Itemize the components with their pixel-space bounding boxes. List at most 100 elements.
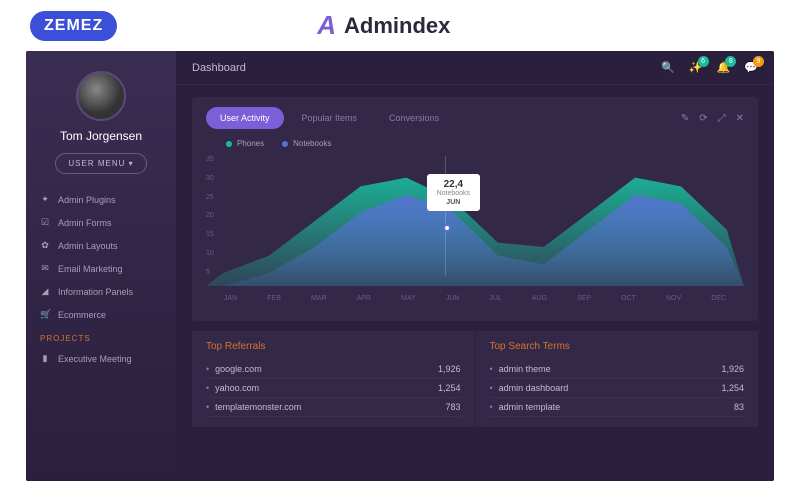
chat-icon[interactable]: 💬9 <box>744 61 758 74</box>
nav-label: Email Marketing <box>58 264 123 274</box>
row-name: •admin dashboard <box>490 383 569 393</box>
y-tick: 15 <box>206 231 214 238</box>
x-tick: DEC <box>711 295 726 302</box>
legend-dot <box>226 141 232 147</box>
x-tick: JUN <box>446 295 460 302</box>
close-icon[interactable]: ✕ <box>736 113 744 124</box>
nav-icon: ✉ <box>40 263 50 274</box>
expand-icon[interactable]: ⤢ <box>718 113 726 124</box>
bell-icon[interactable]: 🔔8 <box>717 61 731 74</box>
username: Tom Jorgensen <box>26 129 176 143</box>
project-item[interactable]: ▮ Executive Meeting <box>26 347 176 370</box>
admindex-logo: A Admindex <box>317 10 450 41</box>
nav-label: Ecommerce <box>58 310 106 320</box>
nav-label: Information Panels <box>58 287 133 297</box>
nav-icon: ✿ <box>40 240 50 251</box>
top-search-card: Top Search Terms •admin theme1,926•admin… <box>476 331 759 427</box>
topbar: Dashboard 🔍 ✨6 🔔8 💬9 <box>176 51 774 85</box>
dashboard-container: Tom Jorgensen USER MENU ▾ ✦ Admin Plugins… <box>26 51 774 481</box>
referrals-title: Top Referrals <box>206 341 461 352</box>
row-name: •yahoo.com <box>206 383 259 393</box>
bell-badge: 8 <box>725 56 736 67</box>
chart-area: 3530252015105 22,4 Notebooks JUN JANFE <box>206 156 744 311</box>
main-content: Dashboard 🔍 ✨6 🔔8 💬9 User ActivityPopula… <box>176 51 774 481</box>
row-value: 83 <box>734 402 744 412</box>
sidebar-item[interactable]: 🛒 Ecommerce <box>26 303 176 326</box>
x-tick: APR <box>357 295 371 302</box>
table-row[interactable]: •google.com 1,926 <box>206 360 461 379</box>
zemez-logo: ZEMEZ <box>30 11 117 41</box>
bookmark-icon: ▮ <box>40 353 50 364</box>
row-value: 783 <box>445 402 460 412</box>
nav-label: Admin Forms <box>58 218 112 228</box>
legend-item: Notebooks <box>282 139 331 148</box>
row-name: •admin template <box>490 402 561 412</box>
nav-label: Admin Layouts <box>58 241 118 251</box>
x-tick: MAR <box>311 295 327 302</box>
page-title: Dashboard <box>192 62 246 74</box>
tooltip-point <box>443 224 451 232</box>
row-name: •templatemonster.com <box>206 402 301 412</box>
search-icon[interactable]: 🔍 <box>661 61 675 74</box>
y-tick: 5 <box>206 269 214 276</box>
chart-tab[interactable]: Popular Items <box>288 107 372 129</box>
y-tick: 30 <box>206 175 214 182</box>
legend-label: Phones <box>237 139 264 148</box>
sidebar-item[interactable]: ✿ Admin Layouts <box>26 234 176 257</box>
table-row[interactable]: •admin theme 1,926 <box>490 360 745 379</box>
nav-icon: 🛒 <box>40 309 50 320</box>
chart-tab[interactable]: User Activity <box>206 107 284 129</box>
chart-tooltip: 22,4 Notebooks JUN <box>427 174 480 211</box>
sidebar-item[interactable]: ☑ Admin Forms <box>26 211 176 234</box>
tooltip-month: JUN <box>437 199 470 206</box>
sidebar-item[interactable]: ◢ Information Panels <box>26 280 176 303</box>
x-tick: NOV <box>666 295 681 302</box>
project-label: Executive Meeting <box>58 354 132 364</box>
row-value: 1,254 <box>721 383 744 393</box>
x-tick: JAN <box>224 295 237 302</box>
table-row[interactable]: •admin dashboard 1,254 <box>490 379 745 398</box>
y-tick: 20 <box>206 212 214 219</box>
row-name: •google.com <box>206 364 262 374</box>
nav-label: Admin Plugins <box>58 195 116 205</box>
x-tick: FEB <box>267 295 281 302</box>
avatar[interactable] <box>76 71 126 121</box>
legend-label: Notebooks <box>293 139 331 148</box>
search-title: Top Search Terms <box>490 341 745 352</box>
table-row[interactable]: •templatemonster.com 783 <box>206 398 461 417</box>
sidebar-item[interactable]: ✦ Admin Plugins <box>26 188 176 211</box>
refresh-icon[interactable]: ⟳ <box>699 113 707 124</box>
x-tick: MAY <box>401 295 416 302</box>
y-tick: 35 <box>206 156 214 163</box>
user-menu-button[interactable]: USER MENU ▾ <box>55 153 146 174</box>
table-row[interactable]: •admin template 83 <box>490 398 745 417</box>
legend-item: Phones <box>226 139 264 148</box>
row-value: 1,926 <box>438 364 461 374</box>
nav-icon: ◢ <box>40 286 50 297</box>
sidebar: Tom Jorgensen USER MENU ▾ ✦ Admin Plugins… <box>26 51 176 481</box>
tooltip-value: 22,4 <box>437 179 470 190</box>
x-tick: SEP <box>577 295 591 302</box>
wand-icon[interactable]: ✨6 <box>689 61 703 74</box>
top-referrals-card: Top Referrals •google.com 1,926 •yahoo.com… <box>192 331 475 427</box>
nav-icon: ✦ <box>40 194 50 205</box>
tooltip-series: Notebooks <box>437 190 470 197</box>
row-value: 1,254 <box>438 383 461 393</box>
table-row[interactable]: •yahoo.com 1,254 <box>206 379 461 398</box>
y-tick: 25 <box>206 194 214 201</box>
row-value: 1,926 <box>721 364 744 374</box>
edit-icon[interactable]: ✎ <box>681 113 689 124</box>
chart-card: User ActivityPopular ItemsConversions ✎ … <box>192 97 758 321</box>
legend-dot <box>282 141 288 147</box>
x-tick: OCT <box>621 295 636 302</box>
sidebar-item[interactable]: ✉ Email Marketing <box>26 257 176 280</box>
x-tick: JUL <box>489 295 501 302</box>
wand-badge: 6 <box>698 56 709 67</box>
chart-tab[interactable]: Conversions <box>375 107 453 129</box>
admindex-icon: A <box>317 10 336 41</box>
x-tick: AUG <box>532 295 547 302</box>
row-name: •admin theme <box>490 364 551 374</box>
nav-icon: ☑ <box>40 217 50 228</box>
admindex-text: Admindex <box>344 13 450 39</box>
y-tick: 10 <box>206 250 214 257</box>
